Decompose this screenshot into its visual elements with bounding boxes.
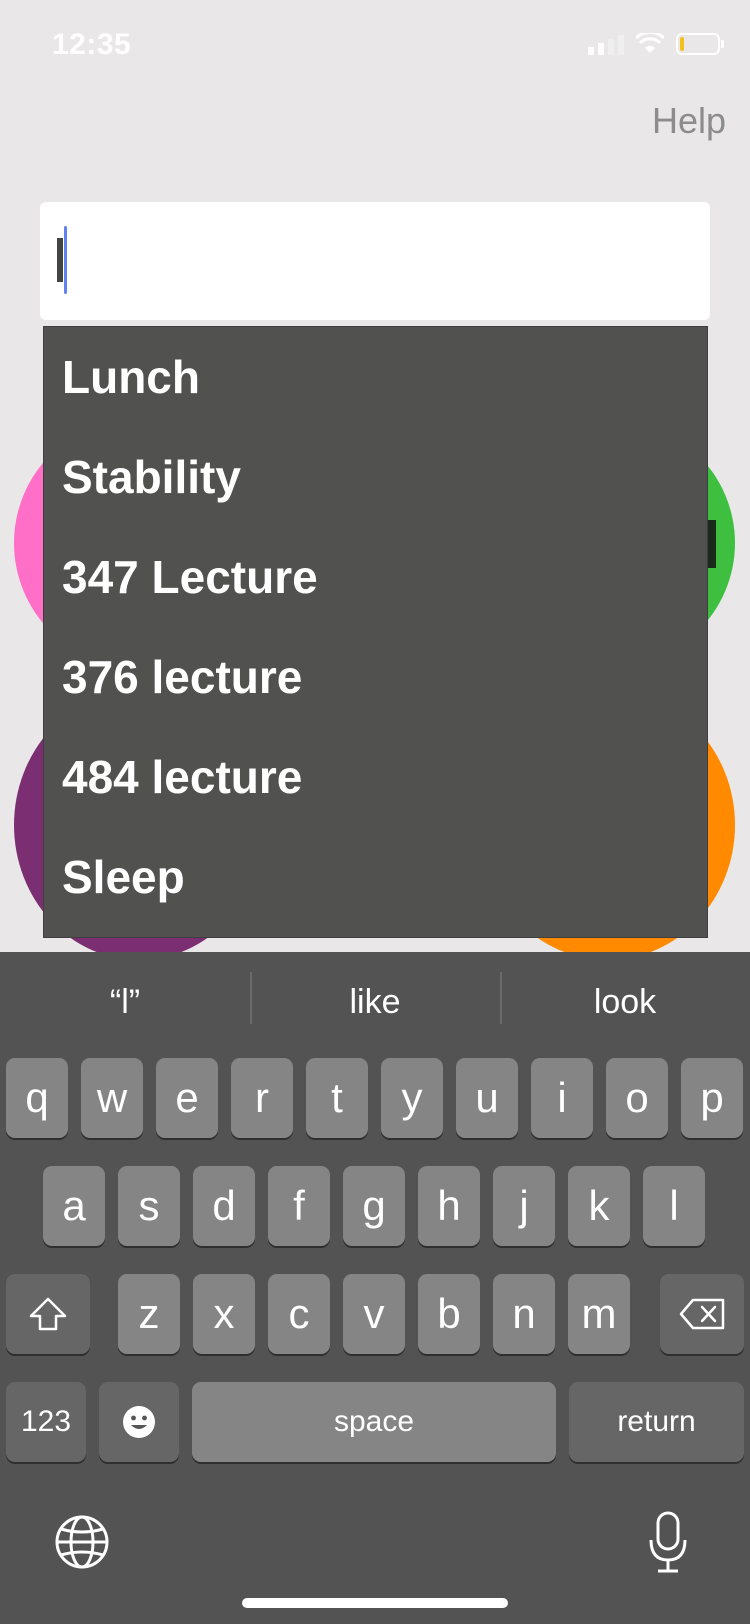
- shift-icon: [29, 1297, 67, 1331]
- prediction-item[interactable]: “l”: [0, 952, 250, 1052]
- input-cursor-block: [57, 238, 63, 282]
- key[interactable]: i: [531, 1058, 593, 1138]
- battery-icon: [676, 33, 724, 55]
- key[interactable]: y: [381, 1058, 443, 1138]
- home-indicator[interactable]: [242, 1598, 508, 1608]
- key[interactable]: j: [493, 1166, 555, 1246]
- key[interactable]: b: [418, 1274, 480, 1354]
- key[interactable]: s: [118, 1166, 180, 1246]
- status-time: 12:35: [52, 28, 132, 61]
- key[interactable]: p: [681, 1058, 743, 1138]
- text-caret: [64, 226, 67, 294]
- suggestion-item[interactable]: 376 lecture: [44, 627, 707, 727]
- delete-key[interactable]: [660, 1274, 744, 1354]
- emoji-icon: [123, 1406, 155, 1438]
- key[interactable]: n: [493, 1274, 555, 1354]
- key[interactable]: v: [343, 1274, 405, 1354]
- prediction-bar: “l” like look: [0, 952, 750, 1052]
- key[interactable]: r: [231, 1058, 293, 1138]
- cellular-signal-icon: [588, 33, 624, 55]
- prediction-item[interactable]: like: [250, 952, 500, 1052]
- wifi-icon: [636, 33, 664, 53]
- globe-icon[interactable]: [54, 1514, 110, 1570]
- key[interactable]: h: [418, 1166, 480, 1246]
- suggestion-item[interactable]: Lunch: [44, 327, 707, 427]
- key[interactable]: w: [81, 1058, 143, 1138]
- key[interactable]: f: [268, 1166, 330, 1246]
- key[interactable]: a: [43, 1166, 105, 1246]
- help-button[interactable]: Help: [652, 100, 726, 142]
- key[interactable]: d: [193, 1166, 255, 1246]
- emoji-key[interactable]: [99, 1382, 179, 1462]
- suggestion-item[interactable]: 347 Lecture: [44, 527, 707, 627]
- shift-key[interactable]: [6, 1274, 90, 1354]
- key[interactable]: o: [606, 1058, 668, 1138]
- key[interactable]: u: [456, 1058, 518, 1138]
- backspace-icon: [679, 1298, 725, 1330]
- numbers-key[interactable]: 123: [6, 1382, 86, 1462]
- activity-input[interactable]: [40, 202, 710, 320]
- space-key[interactable]: space: [192, 1382, 556, 1462]
- keyboard: “l” like look q w e r t y u i o p a s d …: [0, 952, 750, 1624]
- prediction-item[interactable]: look: [500, 952, 750, 1052]
- key[interactable]: q: [6, 1058, 68, 1138]
- key[interactable]: x: [193, 1274, 255, 1354]
- key[interactable]: e: [156, 1058, 218, 1138]
- key[interactable]: m: [568, 1274, 630, 1354]
- key[interactable]: g: [343, 1166, 405, 1246]
- status-icons: [588, 30, 724, 58]
- suggestion-item[interactable]: 484 lecture: [44, 727, 707, 827]
- key[interactable]: k: [568, 1166, 630, 1246]
- key[interactable]: c: [268, 1274, 330, 1354]
- key[interactable]: t: [306, 1058, 368, 1138]
- suggestion-item[interactable]: Stability: [44, 427, 707, 527]
- key[interactable]: l: [643, 1166, 705, 1246]
- key[interactable]: z: [118, 1274, 180, 1354]
- microphone-icon[interactable]: [648, 1510, 688, 1574]
- return-key[interactable]: return: [569, 1382, 744, 1462]
- suggestion-item[interactable]: Sleep: [44, 827, 707, 927]
- suggestion-list: Lunch Stability 347 Lecture 376 lecture …: [43, 326, 708, 938]
